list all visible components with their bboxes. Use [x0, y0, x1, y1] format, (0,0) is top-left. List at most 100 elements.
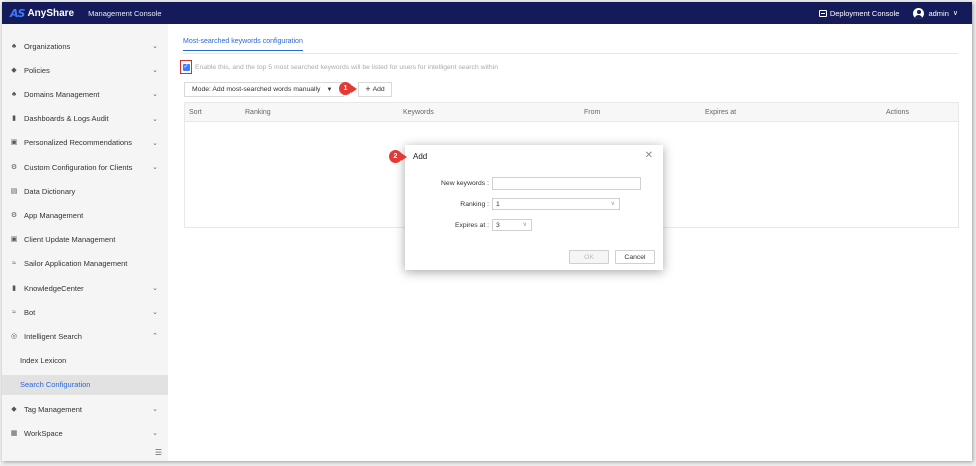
sidebar-item-label: Domains Management	[24, 89, 100, 99]
bot-icon: ≈	[12, 308, 16, 316]
topbar-right: Deployment Console admin ∨	[818, 7, 958, 19]
sidebar-item-dashboards-logs-audit[interactable]: ▮ Dashboards & Logs Audit ⌄	[2, 109, 168, 129]
enable-description: Enable this, and the top 5 most searched…	[195, 63, 498, 71]
column-header-from: From	[584, 109, 601, 116]
sidebar-item-policies[interactable]: ◆ Policies ⌄	[2, 60, 168, 80]
sidebar-item-label: Data Dictionary	[24, 186, 76, 196]
add-dialog: Add ✕ New keywords : Ranking : 1 ∨ Expir…	[405, 145, 663, 270]
workspace-icon: ▦	[10, 429, 18, 437]
new-keywords-input[interactable]	[492, 177, 641, 190]
sidebar-item-label: Bot	[24, 307, 36, 317]
ranking-select[interactable]: 1 ∨	[492, 198, 620, 210]
new-keywords-label: New keywords :	[441, 180, 489, 187]
shield-icon: ◆	[11, 66, 17, 74]
update-icon: ▣	[10, 236, 18, 244]
domain-icon: ♣	[11, 90, 17, 98]
sidebar-item-label: Index Lexicon	[20, 356, 67, 366]
sidebar-item-tag-management[interactable]: ◆ Tag Management ⌄	[2, 399, 168, 419]
monitor-icon	[818, 9, 827, 17]
sidebar-item-label: KnowledgeCenter	[24, 283, 84, 293]
chevron-down-icon: ⌄	[152, 139, 158, 147]
chevron-up-icon: ⌃	[152, 333, 158, 341]
user-name: admin	[928, 8, 949, 18]
knowledge-icon: ▮	[12, 284, 16, 292]
settings-icon: ⚙	[10, 163, 18, 171]
user-menu[interactable]: admin ∨	[913, 7, 958, 19]
table-header: Sort Ranking Keywords From Expires at Ac…	[185, 103, 958, 122]
column-header-ranking: Ranking	[245, 109, 271, 116]
sidebar-item-search-configuration[interactable]: Search Configuration	[2, 374, 168, 395]
checkbox-highlight: ✓	[180, 60, 192, 74]
sidebar-item-label: Sailor Application Management	[24, 259, 128, 269]
column-header-actions: Actions	[886, 109, 909, 116]
enable-row: ✓ Enable this, and the top 5 most search…	[180, 60, 498, 74]
gear-icon: ⚙	[10, 211, 18, 219]
recommend-icon: ▣	[10, 139, 18, 147]
search-icon: ◎	[10, 332, 18, 340]
chevron-down-icon: ⌄	[152, 91, 158, 99]
chevron-down-icon: ⌄	[152, 43, 158, 50]
sidebar-item-label: Intelligent Search	[24, 331, 82, 341]
chevron-down-icon: ⌄	[152, 285, 158, 292]
sidebar-item-bot[interactable]: ≈ Bot ⌄	[2, 302, 168, 322]
chevron-down-icon: ∨	[952, 10, 958, 17]
ranking-label: Ranking :	[460, 201, 489, 208]
console-title: Management Console	[88, 8, 162, 18]
close-icon[interactable]: ✕	[645, 150, 653, 161]
deployment-console-label: Deployment Console	[829, 8, 900, 18]
chevron-down-icon: ⌄	[152, 164, 158, 171]
annotation-arrow-2	[401, 153, 407, 161]
book-icon: ▤	[10, 187, 18, 195]
sidebar-item-organizations[interactable]: ♣ Organizations ⌄	[2, 36, 168, 56]
chevron-down-icon: ⌄	[152, 430, 158, 438]
logo-mark: AS	[10, 6, 25, 20]
expires-at-select[interactable]: 3 ∨	[492, 219, 532, 231]
sidebar-item-app-management[interactable]: ⚙ App Management	[2, 205, 168, 225]
caret-down-icon: ▼	[326, 86, 333, 93]
ranking-value: 1	[496, 200, 500, 208]
sidebar-item-label: Organizations	[24, 41, 71, 51]
sidebar-item-label: Policies	[24, 65, 50, 75]
chevron-down-icon: ⌄	[152, 67, 158, 75]
sidebar-item-domains-management[interactable]: ♣ Domains Management ⌄	[2, 84, 168, 104]
ok-button[interactable]: OK	[569, 250, 609, 264]
expires-at-value: 3	[496, 221, 500, 229]
sidebar-item-sailor-application-management[interactable]: ≈ Sailor Application Management	[2, 254, 168, 274]
enable-checkbox[interactable]: ✓	[182, 63, 190, 71]
mode-select[interactable]: Mode: Add most-searched words manually ▼	[184, 82, 344, 97]
sidebar-item-personalized-recommendations[interactable]: ▣ Personalized Recommendations ⌄	[2, 133, 168, 153]
annotation-arrow-1	[351, 85, 357, 93]
chevron-down-icon: ⌄	[152, 309, 158, 317]
add-button-label: Add	[372, 86, 385, 93]
sidebar-item-label: Client Update Management	[24, 235, 116, 245]
collapse-menu-icon[interactable]: ☰	[155, 448, 162, 457]
plus-icon: +	[365, 84, 371, 94]
chevron-down-icon: ∨	[610, 201, 615, 207]
column-header-expires-at: Expires at	[705, 109, 737, 116]
logo[interactable]: AS AnyShare	[10, 7, 74, 20]
sidebar-item-custom-configuration-for-clients[interactable]: ⚙ Custom Configuration for Clients ⌄	[2, 157, 168, 177]
avatar-icon	[913, 7, 925, 19]
logo-text: AnyShare	[27, 7, 75, 19]
sidebar: ♣ Organizations ⌄ ◆ Policies ⌄ ♣ Domains Manage…	[2, 24, 168, 461]
cancel-button[interactable]: Cancel	[615, 250, 655, 264]
mode-label: Mode: Add most-searched words manually	[192, 86, 321, 93]
org-icon: ♣	[11, 42, 17, 50]
sidebar-item-label: WorkSpace	[24, 428, 63, 438]
deployment-console-link[interactable]: Deployment Console	[818, 8, 900, 18]
sidebar-item-workspace[interactable]: ▦ WorkSpace ⌄	[2, 423, 168, 443]
sidebar-item-knowledgecenter[interactable]: ▮ KnowledgeCenter ⌄	[2, 278, 168, 298]
chevron-down-icon: ⌄	[152, 115, 158, 123]
chevron-down-icon: ∨	[522, 222, 527, 228]
add-button[interactable]: + Add	[358, 82, 392, 97]
top-bar: AS AnyShare Management Console Deploymen…	[2, 2, 972, 24]
app-window: AS AnyShare Management Console Deploymen…	[2, 2, 972, 461]
chart-icon: ▮	[12, 115, 16, 123]
sidebar-item-data-dictionary[interactable]: ▤ Data Dictionary	[2, 181, 168, 201]
sidebar-item-index-lexicon[interactable]: Index Lexicon	[2, 351, 168, 371]
sidebar-item-client-update-management[interactable]: ▣ Client Update Management	[2, 230, 168, 250]
tab-most-searched-keywords[interactable]: Most-searched keywords configuration	[183, 38, 303, 51]
sidebar-item-label: App Management	[24, 210, 84, 220]
sidebar-item-label: Search Configuration	[20, 380, 91, 390]
sidebar-item-intelligent-search[interactable]: ◎ Intelligent Search ⌃	[2, 326, 168, 346]
